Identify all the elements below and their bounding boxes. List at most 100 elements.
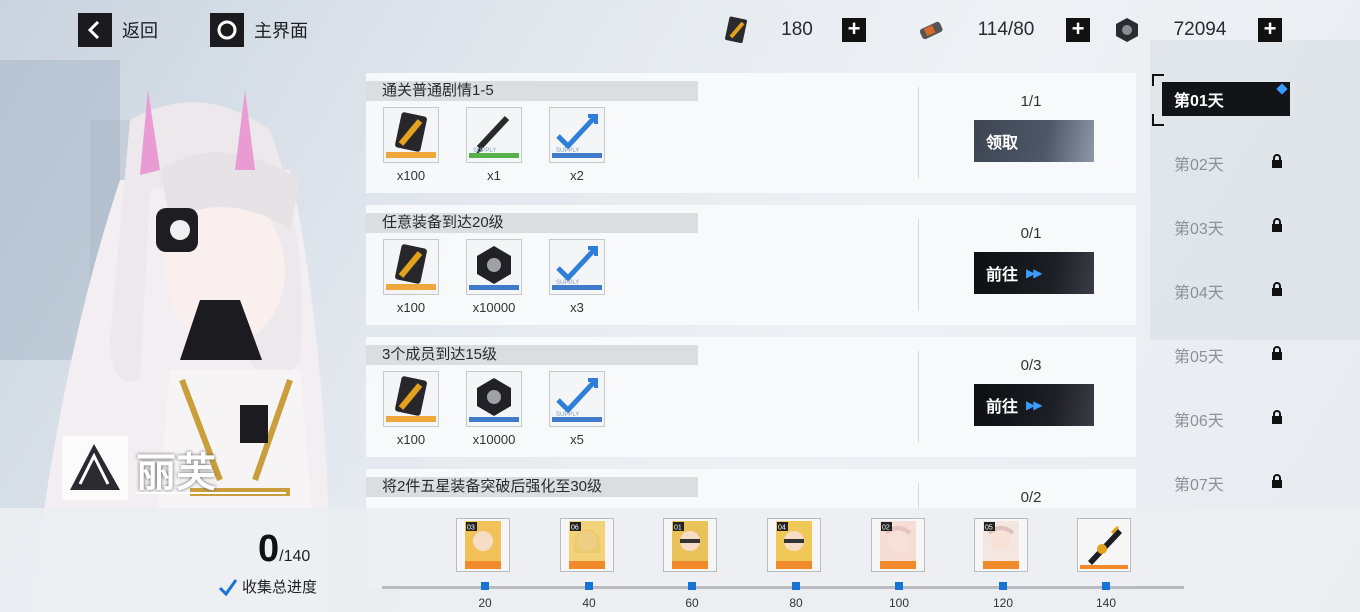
character-card-icon: 02 (880, 521, 916, 569)
lock-icon (1272, 154, 1282, 168)
milestone-reward-card[interactable]: 05 (974, 518, 1028, 572)
task-progress: 0/2 (1020, 489, 1042, 506)
go-button[interactable]: 前往 ▶▶ (974, 252, 1094, 294)
milestone-reward-card[interactable]: 02 (871, 518, 925, 572)
milestone-reward-card[interactable]: 04 (767, 518, 821, 572)
collection-current: 0 (258, 528, 280, 570)
hex-nut-icon (469, 378, 519, 422)
collection-progress-label: 收集总进度 (218, 576, 317, 597)
divider (918, 351, 919, 443)
day-label: 第01天 (1174, 93, 1224, 110)
day-tab-03[interactable]: 第03天 (1162, 210, 1290, 244)
reward-item[interactable]: SUPPLY x3 (549, 239, 605, 315)
day-tab-01[interactable]: 第01天 (1162, 82, 1290, 116)
character-card-icon: 05 (983, 521, 1019, 569)
collection-count: 0/140 (258, 528, 310, 571)
reward-item[interactable]: x10000 (466, 239, 522, 315)
card-number: 06 (571, 525, 579, 532)
reward-quantity: x100 (396, 168, 426, 183)
milestone-value: 40 (582, 596, 596, 610)
milestone-reward-card[interactable]: 01 (663, 518, 717, 572)
resource-value: 180 (781, 19, 813, 40)
back-button[interactable]: 返回 (78, 12, 158, 48)
add-resource-button[interactable]: + (842, 18, 866, 42)
claim-button-label: 领取 (986, 135, 1019, 152)
milestone-marker (792, 582, 800, 590)
task-title: 3个成员到达15级 (366, 345, 698, 365)
card-number: 02 (882, 525, 890, 532)
milestone-reward-card[interactable]: 06 (560, 518, 614, 572)
home-button[interactable]: 主界面 (210, 12, 308, 48)
card-number: 01 (674, 525, 682, 532)
milestone-marker (1102, 582, 1110, 590)
hex-nut-icon (1116, 18, 1138, 42)
resource-battery: 114/80 + (916, 14, 1090, 46)
gold-ticket-icon (386, 112, 436, 158)
double-arrow-icon: ▶▶ (1026, 266, 1043, 280)
divider (918, 219, 919, 311)
exp-arrow-supply-icon: SUPPLY (552, 114, 602, 158)
milestone-value: 120 (992, 596, 1014, 610)
gold-ticket-icon (725, 16, 747, 44)
task-progress: 0/3 (1020, 357, 1042, 374)
milestone-marker (895, 582, 903, 590)
day-label: 第07天 (1174, 477, 1224, 494)
day-tab-07[interactable]: 第07天 (1162, 466, 1290, 500)
claim-button[interactable]: 领取 (974, 120, 1094, 162)
collection-label-text: 收集总进度 (242, 579, 318, 596)
character-name-plate: 丽芙 (62, 436, 302, 500)
reward-item[interactable]: SUPPLY x5 (549, 371, 605, 447)
milestone-reward-card[interactable] (1077, 518, 1131, 572)
reward-item[interactable]: SUPPLY x1 (466, 107, 522, 183)
gold-ticket-icon (386, 244, 436, 290)
milestone-reward-card[interactable]: 03 (456, 518, 510, 572)
lock-icon (1272, 346, 1282, 360)
day-tab-06[interactable]: 第06天 (1162, 402, 1290, 436)
back-label: 返回 (122, 21, 158, 41)
squad-emblem-icon (62, 436, 128, 500)
milestone-marker (481, 582, 489, 590)
task-card: 任意装备到达20级 x100 x10000 SUPPLY x3 0/1 前往 ▶▶ (366, 205, 1136, 325)
day-label: 第03天 (1174, 221, 1224, 238)
go-button[interactable]: 前往 ▶▶ (974, 384, 1094, 426)
task-title: 任意装备到达20级 (366, 213, 698, 233)
reward-quantity: x100 (396, 432, 426, 447)
reward-quantity: x1 (487, 168, 501, 183)
weapon-blade-icon (1080, 525, 1128, 569)
task-title: 通关普通剧情1-5 (366, 81, 698, 101)
exp-arrow-supply-icon: SUPPLY (552, 378, 602, 422)
reward-item[interactable]: x100 (383, 107, 439, 183)
reward-quantity: x100 (396, 300, 426, 315)
milestone-value: 100 (888, 596, 910, 610)
hex-nut-icon (469, 246, 519, 290)
reward-quantity: x10000 (472, 432, 516, 447)
day-label: 第04天 (1174, 285, 1224, 302)
card-number: 04 (778, 525, 786, 532)
pen-supply-icon: SUPPLY (469, 115, 519, 158)
divider (918, 87, 919, 179)
reward-item[interactable]: x100 (383, 371, 439, 447)
reward-item[interactable]: x100 (383, 239, 439, 315)
add-resource-button[interactable]: + (1258, 18, 1282, 42)
milestone-value: 60 (685, 596, 699, 610)
collection-progress-track (382, 586, 1184, 589)
go-button-label: 前往 (986, 399, 1019, 416)
add-resource-button[interactable]: + (1066, 18, 1090, 42)
character-card-icon: 03 (465, 521, 501, 569)
go-button-label: 前往 (986, 267, 1019, 284)
card-number: 05 (985, 525, 993, 532)
lock-icon (1272, 218, 1282, 232)
task-card: 通关普通剧情1-5 x100 SUPPLY x1 SUPPLY x2 1/1 领… (366, 73, 1136, 193)
reward-item[interactable]: SUPPLY x2 (549, 107, 605, 183)
day-tab-05[interactable]: 第05天 (1162, 338, 1290, 372)
reward-item[interactable]: x10000 (466, 371, 522, 447)
day-tab-02[interactable]: 第02天 (1162, 146, 1290, 180)
day-tab-04[interactable]: 第04天 (1162, 274, 1290, 308)
lock-icon (1272, 282, 1282, 296)
day-label: 第06天 (1174, 413, 1224, 430)
milestone-marker (688, 582, 696, 590)
reward-quantity: x2 (570, 168, 584, 183)
milestone-marker (999, 582, 1007, 590)
resource-gold-ticket: 180 + (722, 14, 866, 46)
character-card-icon: 06 (569, 521, 605, 569)
